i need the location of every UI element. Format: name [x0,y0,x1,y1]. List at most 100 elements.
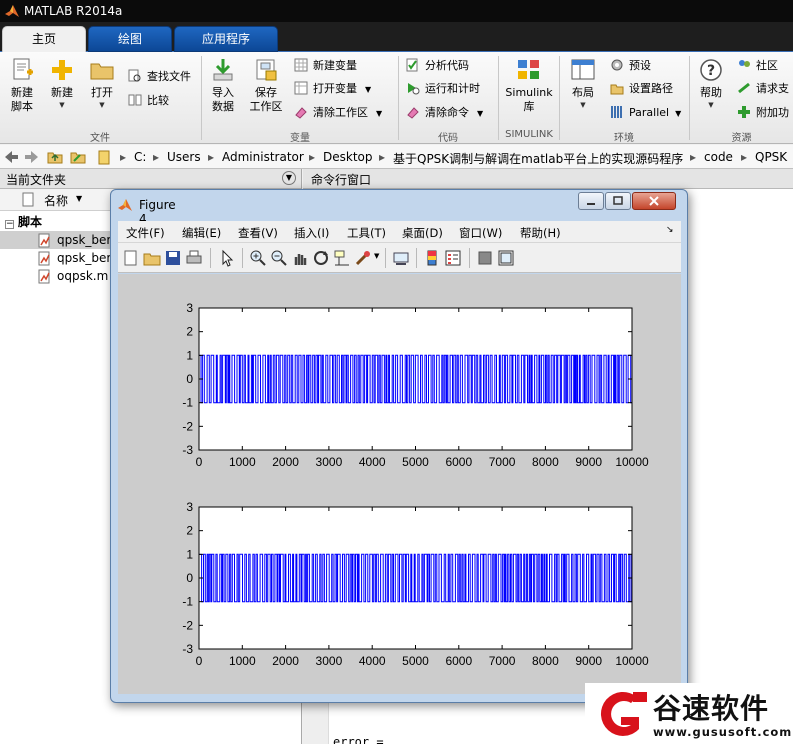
menu-view[interactable]: 查看(V) [238,225,278,241]
new-button[interactable]: 新建 ▼ [46,58,78,110]
community-button[interactable]: 社区 [737,57,778,75]
figure-window[interactable]: Figure 4 文件(F) 编辑(E) 查看(V) 插入(I) 工具(T) 桌… [110,189,688,703]
open-file-icon[interactable] [143,249,161,267]
breadcrumb-administrator[interactable]: Administrator [222,150,304,164]
save-icon[interactable] [164,249,182,267]
y-tick-label: 1 [186,547,193,561]
app-title: MATLAB R2014a [24,4,123,18]
open-dropdown-icon[interactable]: ▼ [86,100,118,110]
new-dropdown-icon[interactable]: ▼ [46,100,78,110]
sort-icon[interactable]: ▼ [76,194,82,203]
parallel-dropdown-icon[interactable]: ▼ [675,109,681,118]
simulink-library-button[interactable]: Simulink 库 [503,58,555,114]
data-cursor-icon[interactable] [333,249,351,267]
clear-workspace-dropdown-icon[interactable]: ▼ [376,109,382,118]
menu-dock-icon[interactable]: ↘ [666,225,674,235]
forward-icon[interactable] [24,149,40,165]
file-column-icon [22,192,34,207]
brush-dropdown-icon[interactable]: ▼ [374,252,379,260]
run-and-time-icon [408,83,420,95]
figure-canvas[interactable]: 0 1000 2000 3000 4000 5000 6000 7000 8000 9000 100… [118,274,681,694]
ribbon-separator [398,56,399,140]
find-files-button[interactable]: 查找文件 [128,68,191,86]
name-column-header[interactable]: 名称 [44,192,68,209]
breadcrumb-c[interactable]: C: [134,150,146,164]
browse-folder-icon[interactable] [70,149,86,165]
back-icon[interactable] [3,149,19,165]
preferences-button[interactable]: 预设 [610,57,651,75]
save-workspace-button[interactable]: 保存 工作区 [246,58,286,114]
axes-top[interactable]: 0 1000 2000 3000 4000 5000 6000 7000 8000 9000 100… [182,301,649,469]
compare-button[interactable]: 比较 [128,92,169,110]
menu-file[interactable]: 文件(F) [126,225,165,241]
add-ons-icon [738,106,750,118]
tab-plots[interactable]: 绘图 [88,26,172,52]
new-variable-button[interactable]: 新建变量 [294,57,357,75]
zoom-out-icon[interactable] [270,249,288,267]
tab-apps[interactable]: 应用程序 [174,26,278,52]
breadcrumb-qpsk[interactable]: QPSK [755,150,787,164]
help-button[interactable]: ? 帮助 ▼ [694,58,728,110]
layout-icon [571,59,595,80]
breadcrumb-code[interactable]: code [704,150,733,164]
x-tick-label: 9000 [575,654,602,668]
open-variable-dropdown-icon[interactable]: ▼ [365,85,371,94]
run-and-time-button[interactable]: 运行和计时 [406,80,480,98]
set-path-button[interactable]: 设置路径 [610,80,673,98]
legend-icon[interactable] [444,249,462,267]
menu-tools[interactable]: 工具(T) [347,225,386,241]
open-variable-label: 打开变量 [313,82,357,95]
breadcrumb-desktop[interactable]: Desktop [323,150,373,164]
layout-dropdown-icon[interactable]: ▼ [566,100,600,110]
panel-actions-icon[interactable]: ▼ [282,171,296,185]
zoom-in-icon[interactable] [249,249,267,267]
print-icon[interactable] [185,249,203,267]
layout-button[interactable]: 布局 ▼ [566,58,600,110]
open-button[interactable]: 打开 ▼ [86,58,118,110]
collapse-icon[interactable]: − [5,220,14,229]
menu-window[interactable]: 窗口(W) [459,225,502,241]
matlab-desktop: MATLAB R2014a 主页 绘图 应用程序 新建 脚本 新建 ▼ 打开 ▼… [0,0,793,744]
hide-tools-icon[interactable] [476,249,494,267]
clear-workspace-button[interactable]: 清除工作区 ▼ [294,104,382,122]
tab-home[interactable]: 主页 [2,26,86,52]
new-script-button[interactable]: 新建 脚本 [4,58,40,114]
request-support-button[interactable]: 请求支 [737,80,789,98]
analyze-code-button[interactable]: 分析代码 [406,57,469,75]
pointer-icon[interactable] [218,249,236,267]
minimize-button[interactable] [578,192,604,210]
clear-commands-label: 清除命令 [425,106,469,119]
show-tools-icon[interactable] [497,249,515,267]
colorbar-icon[interactable] [423,249,441,267]
open-variable-button[interactable]: 打开变量 ▼ [294,80,371,98]
pan-icon[interactable] [291,249,309,267]
run-and-time-label: 运行和计时 [425,82,480,95]
folder-icon [98,150,110,165]
rotate-icon[interactable] [312,249,330,267]
breadcrumb-users[interactable]: Users [167,150,201,164]
clear-commands-dropdown-icon[interactable]: ▼ [477,109,483,118]
parallel-button[interactable]: Parallel ▼ [610,104,681,122]
figure-plots[interactable]: 0 1000 2000 3000 4000 5000 6000 7000 8000 9000 100… [118,274,681,694]
close-button[interactable] [632,192,676,210]
import-data-button[interactable]: 导入 数据 [206,58,240,114]
watermark-url: www.gususoft.com [653,725,793,739]
toolbar-separator [242,248,243,268]
menu-help[interactable]: 帮助(H) [520,225,561,241]
up-folder-icon[interactable] [47,149,63,165]
link-icon[interactable] [392,249,410,267]
axes-bottom[interactable]: 0 1000 2000 3000 4000 5000 6000 7000 8000 9000 100… [182,500,649,668]
parallel-icon [611,106,622,118]
breadcrumb-project[interactable]: 基于QPSK调制与解调在matlab平台上的实现源码程序 [393,150,683,167]
maximize-button[interactable] [605,192,631,210]
brush-icon[interactable] [354,249,372,267]
find-files-icon [128,69,141,82]
help-dropdown-icon[interactable]: ▼ [694,100,728,110]
menu-insert[interactable]: 插入(I) [294,225,329,241]
add-ons-button[interactable]: 附加功 [737,104,789,122]
menu-desktop[interactable]: 桌面(D) [402,225,443,241]
clear-commands-button[interactable]: 清除命令 ▼ [406,104,483,122]
new-figure-icon[interactable] [122,249,140,267]
menu-edit[interactable]: 编辑(E) [182,225,221,241]
y-tick-label: 2 [186,524,193,538]
